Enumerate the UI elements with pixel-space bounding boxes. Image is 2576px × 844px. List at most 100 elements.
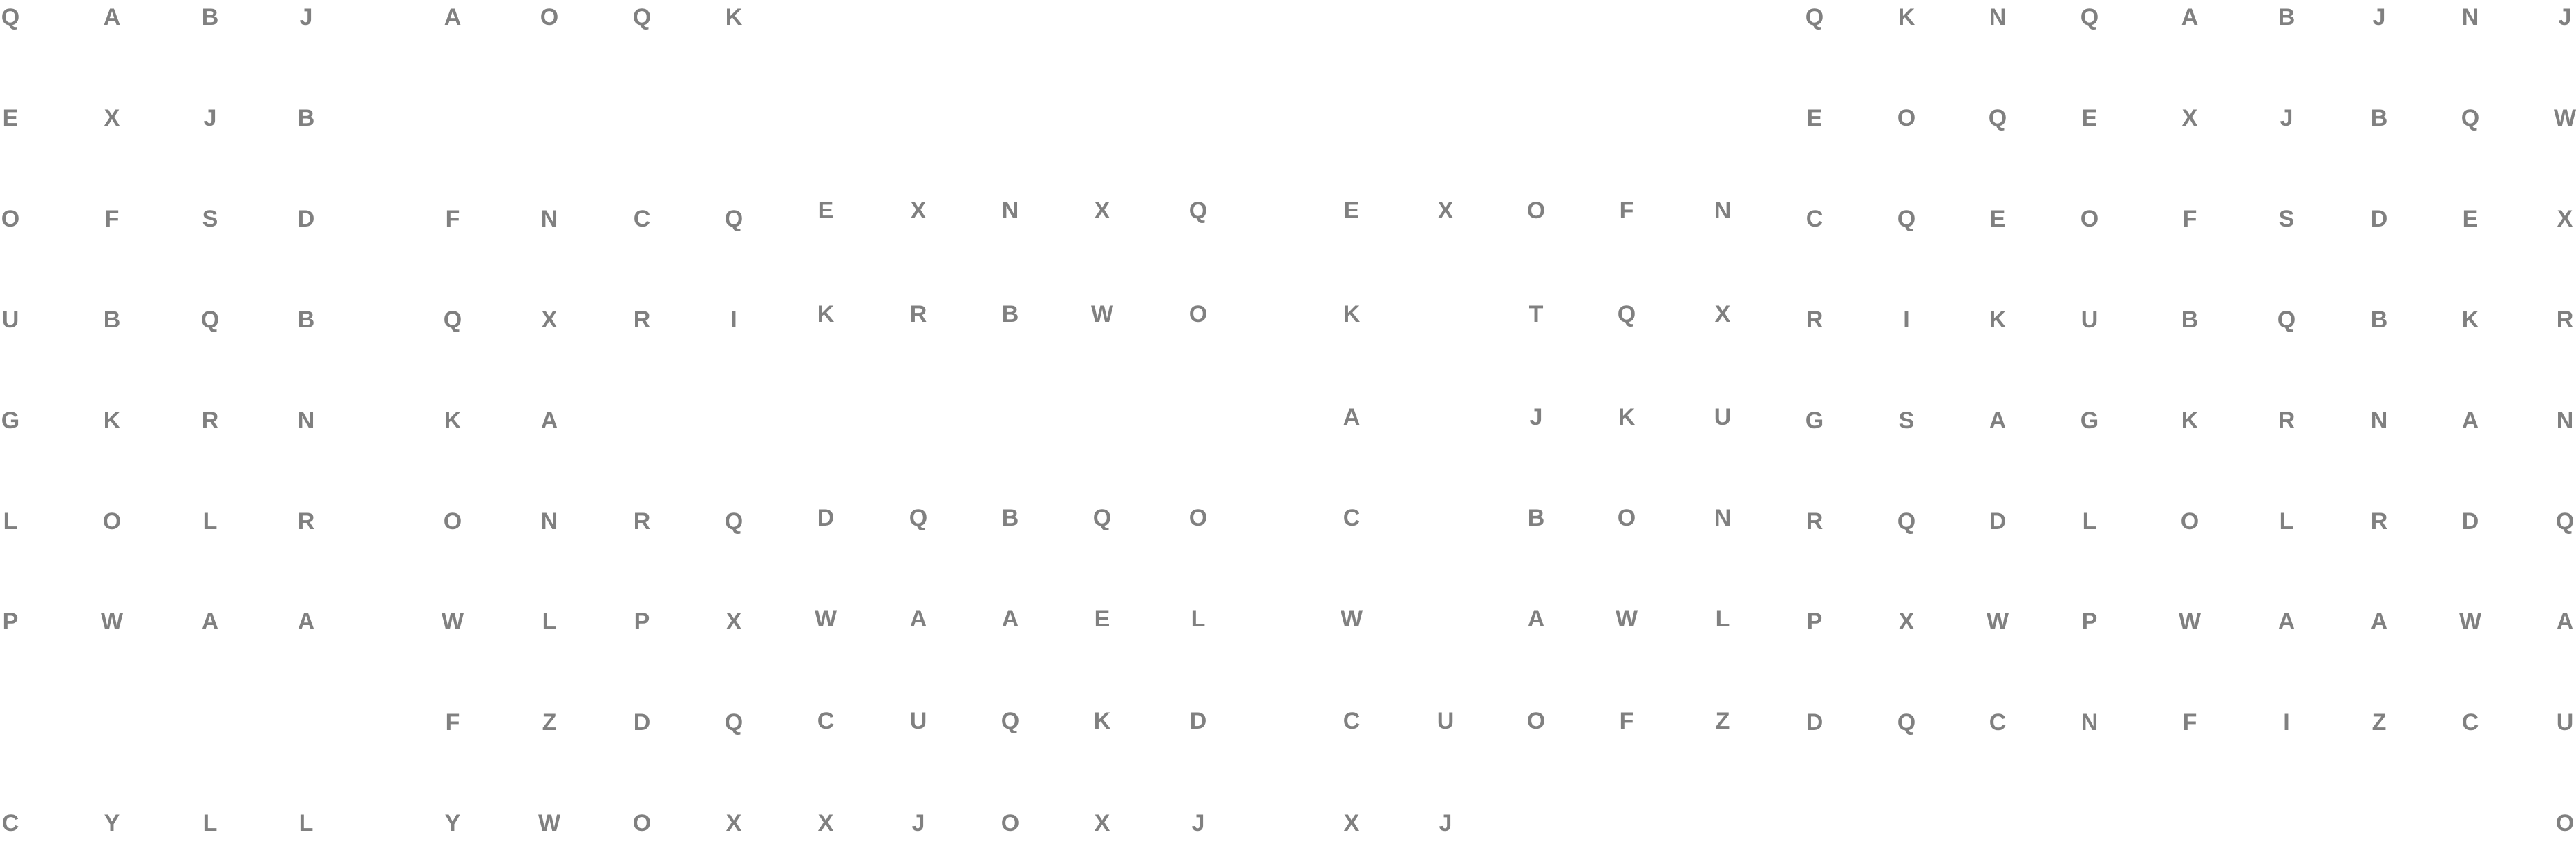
block-e-cell-r6-c2: W: [1986, 608, 2009, 635]
block-e-cell-r7-c4: F: [2182, 709, 2197, 736]
block-e-cell-r2-c7: E: [2462, 206, 2479, 232]
block-b-cell-r0-c1: O: [540, 4, 559, 30]
block-d-cell-r1-c0: K: [1343, 301, 1361, 327]
block-e-cell-r0-c6: J: [2372, 4, 2386, 30]
block-d-cell-r1-c3: Q: [1617, 301, 1636, 327]
block-b-cell-r7-c0: F: [445, 709, 460, 736]
block-a-cell-r4-c3: N: [297, 407, 315, 434]
block-d-cell-r6-c4: [1702, 803, 1743, 844]
block-e-cell-r7-c2: C: [1989, 709, 2007, 736]
block-d-cell-r6-c3: [1606, 803, 1647, 844]
block-d-cell-r4-c4: L: [1715, 606, 1730, 632]
block-e-cell-r1-c6: B: [2370, 105, 2388, 131]
block-c-cell-r6-c3: X: [1094, 810, 1110, 836]
block-e-cell-r7-c3: N: [2081, 709, 2099, 736]
block-a-cell-r1-c2: J: [203, 105, 217, 131]
block-e-cell-r4-c5: R: [2277, 407, 2295, 434]
block-b-cell-r3-c3: I: [730, 307, 737, 333]
block-a-cell-r5-c3: R: [297, 508, 315, 535]
block-a-cell-r8-c1: Y: [104, 810, 120, 836]
block-c-cell-r4-c3: E: [1094, 606, 1110, 632]
block-b-cell-r6-c1: L: [542, 608, 557, 635]
block-b-cell-r3-c0: Q: [443, 307, 462, 333]
block-e-cell-r7-c0: D: [1806, 709, 1824, 736]
block-b-cell-r0-c3: K: [725, 4, 743, 30]
block-d-cell-r3-c0: C: [1343, 505, 1361, 531]
block-b-cell-r5-c2: R: [633, 508, 651, 535]
block-d-cell-r5-c0: C: [1343, 708, 1361, 734]
block-b-cell-r6-c0: W: [441, 608, 464, 635]
block-c-cell-r4-c1: A: [909, 606, 927, 632]
block-d-cell-r5-c1: U: [1437, 708, 1455, 734]
block-c-cell-r2-c2: [989, 396, 1031, 438]
block-c-cell-r5-c4: D: [1189, 708, 1207, 734]
block-e-cell-r6-c6: A: [2370, 608, 2388, 635]
block-e-cell-r8-c5: [2266, 803, 2307, 844]
block-d-cell-r3-c4: N: [1714, 505, 1732, 531]
block-a-cell-r5-c0: L: [3, 508, 18, 535]
block-e-cell-r6-c0: P: [1806, 608, 1823, 635]
block-a-cell-r3-c3: B: [297, 307, 315, 333]
block-d-cell-r5-c4: Z: [1715, 708, 1730, 734]
block-e-cell-r0-c2: N: [1989, 4, 2007, 30]
block-e-cell-r3-c2: K: [1989, 307, 2007, 333]
block-a-cell-r3-c2: Q: [200, 307, 220, 333]
block-a-cell-r2-c2: S: [202, 206, 218, 232]
block-e-cell-r4-c3: G: [2080, 407, 2099, 434]
block-e-cell-r6-c7: W: [2459, 608, 2482, 635]
block-d-cell-r6-c0: X: [1343, 810, 1360, 836]
block-e-cell-r3-c3: U: [2081, 307, 2099, 333]
block-e-cell-r5-c1: Q: [1897, 508, 1916, 535]
block-c-cell-r6-c2: O: [1001, 810, 1020, 836]
block-d-cell-r2-c1: [1425, 396, 1466, 438]
block-b-cell-r0-c0: A: [444, 4, 462, 30]
block-a-cell-r6-c3: A: [297, 608, 315, 635]
block-e-cell-r6-c4: W: [2178, 608, 2201, 635]
block-b-cell-r5-c3: Q: [724, 508, 744, 535]
block-d-cell-r2-c0: A: [1343, 404, 1361, 430]
block-e-cell-r0-c5: B: [2277, 4, 2295, 30]
block-c-cell-r2-c0: [805, 396, 846, 438]
block-d-cell-r1-c4: X: [1714, 301, 1731, 327]
block-e-cell-r3-c4: B: [2181, 307, 2199, 333]
block-c-cell-r1-c4: O: [1188, 301, 1208, 327]
block-e-cell-r2-c6: D: [2370, 206, 2388, 232]
block-e-cell-r2-c4: F: [2182, 206, 2197, 232]
block-d-cell-r3-c1: [1425, 497, 1466, 539]
block-d-cell-r2-c2: J: [1529, 404, 1543, 430]
block-a-cell-r7-c3: [285, 702, 327, 743]
block-a-cell-r8-c0: C: [1, 810, 19, 836]
block-b-cell-r8-c1: W: [538, 810, 561, 836]
block-a-cell-r6-c1: W: [100, 608, 124, 635]
block-e-cell-r0-c8: J: [2558, 4, 2572, 30]
block-e-cell-r1-c3: E: [2081, 105, 2098, 131]
block-d-cell-r3-c3: O: [1617, 505, 1636, 531]
block-e-cell-r5-c7: D: [2461, 508, 2479, 535]
block-e-cell-r1-c1: O: [1897, 105, 1916, 131]
block-a-cell-r8-c3: L: [299, 810, 314, 836]
block-e-cell-r5-c2: D: [1989, 508, 2007, 535]
block-e-cell-r4-c2: A: [1989, 407, 2007, 434]
block-e-cell-r5-c0: R: [1806, 508, 1824, 535]
block-e-cell-r8-c8: O: [2555, 810, 2575, 836]
block-e-cell-r7-c7: C: [2461, 709, 2479, 736]
block-b-cell-r7-c3: Q: [724, 709, 744, 736]
block-b-cell-r5-c1: N: [540, 508, 558, 535]
block-b-cell-r3-c1: X: [541, 307, 558, 333]
block-b-cell-r4-c0: K: [444, 407, 462, 434]
block-e-cell-r3-c6: B: [2370, 307, 2388, 333]
block-e-cell-r1-c2: Q: [1988, 105, 2007, 131]
block-d-cell-r1-c2: T: [1528, 301, 1544, 327]
block-e-cell-r8-c3: [2069, 803, 2110, 844]
block-a-cell-r0-c2: B: [201, 4, 219, 30]
block-c-cell-r3-c4: O: [1188, 505, 1208, 531]
block-e-cell-r0-c7: N: [2461, 4, 2479, 30]
block-e-cell-r2-c8: X: [2557, 206, 2573, 232]
block-d-cell-r2-c4: U: [1714, 404, 1732, 430]
block-b-cell-r6-c3: X: [726, 608, 742, 635]
block-d-cell-r4-c3: W: [1615, 606, 1638, 632]
block-c-cell-r4-c2: A: [1001, 606, 1019, 632]
block-b-cell-r3-c2: R: [633, 307, 651, 333]
block-d-cell-r4-c2: A: [1527, 606, 1545, 632]
block-c-cell-r0-c4: Q: [1188, 198, 1208, 224]
